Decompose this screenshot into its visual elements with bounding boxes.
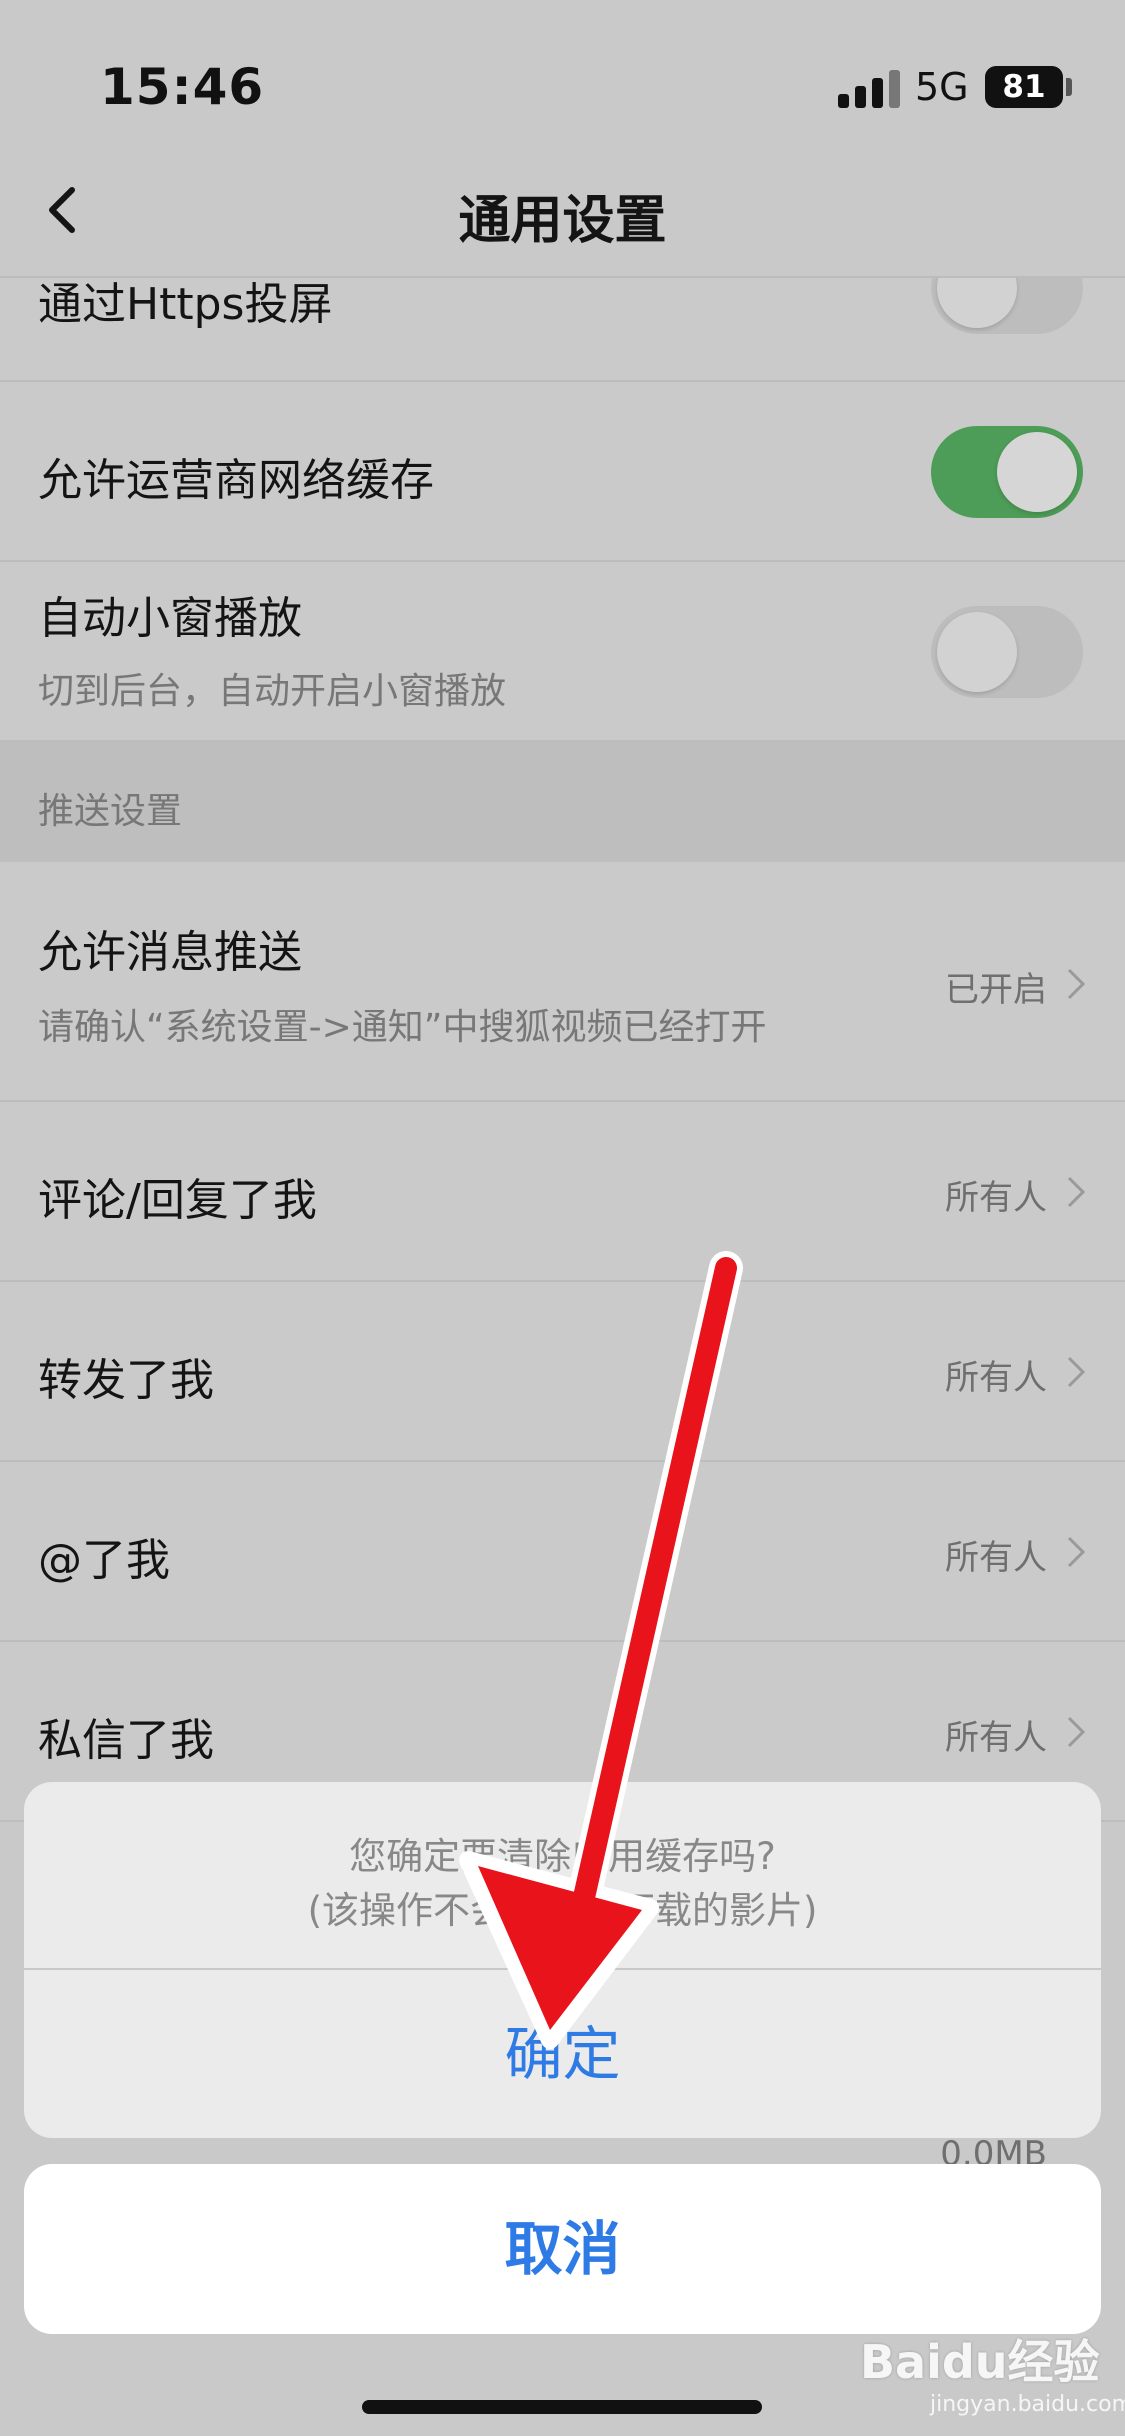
setting-row-comments[interactable]: 评论/回复了我 所有人 bbox=[0, 1102, 1125, 1282]
setting-label: 自动小窗播放 bbox=[38, 593, 302, 644]
setting-value: 所有人 bbox=[945, 1178, 1047, 1218]
setting-value: 已开启 bbox=[945, 970, 1047, 1010]
settings-list: 通过Https投屏 允许运营商网络缓存 自动小窗播放 切到后台，自动开启小窗播放… bbox=[0, 242, 1125, 1822]
setting-row-pip[interactable]: 自动小窗播放 切到后台，自动开启小窗播放 bbox=[0, 562, 1125, 742]
setting-label: @了我 bbox=[38, 1535, 170, 1586]
setting-label: 允许消息推送 bbox=[38, 927, 302, 978]
cancel-button[interactable]: 取消 bbox=[24, 2164, 1101, 2334]
carrier-cache-toggle[interactable] bbox=[931, 426, 1083, 518]
setting-row-https-cast[interactable]: 通过Https投屏 bbox=[0, 242, 1125, 382]
setting-label: 评论/回复了我 bbox=[38, 1175, 317, 1226]
setting-subtitle: 请确认“系统设置->通知”中搜狐视频已经打开 bbox=[38, 1007, 767, 1048]
section-header-push: 推送设置 bbox=[0, 742, 1125, 862]
page-title: 通用设置 bbox=[458, 191, 667, 251]
setting-value: 所有人 bbox=[945, 1538, 1047, 1578]
battery-icon: 81 bbox=[985, 66, 1063, 108]
action-sheet-message: 您确定要清除应用缓存吗? (该操作不会删除已下载的影片) bbox=[24, 1830, 1101, 1938]
setting-value: 所有人 bbox=[945, 1358, 1047, 1398]
baidu-jingyan-watermark: Baidu经验 jingyan.baidu.com bbox=[860, 2326, 1125, 2417]
watermark-site: jingyan.baidu.com bbox=[930, 2392, 1125, 2417]
pip-toggle[interactable] bbox=[931, 606, 1083, 698]
toggle-knob bbox=[937, 612, 1017, 692]
home-indicator bbox=[362, 2400, 762, 2414]
toggle-knob bbox=[997, 432, 1077, 512]
battery-cap bbox=[1066, 78, 1072, 96]
section-header-label: 推送设置 bbox=[38, 791, 183, 832]
action-sheet-message-line2: (该操作不会删除已下载的影片) bbox=[307, 1889, 818, 1932]
setting-value: 所有人 bbox=[945, 1718, 1047, 1758]
chevron-right-icon bbox=[1067, 1716, 1086, 1748]
setting-label: 允许运营商网络缓存 bbox=[38, 455, 434, 506]
setting-row-mentions[interactable]: @了我 所有人 bbox=[0, 1462, 1125, 1642]
network-type: 5G bbox=[915, 65, 969, 109]
chevron-right-icon bbox=[1067, 1536, 1086, 1568]
setting-subtitle: 切到后台，自动开启小窗播放 bbox=[38, 671, 507, 712]
navigation-bar: 通用设置 bbox=[0, 140, 1125, 278]
chevron-right-icon bbox=[1067, 1176, 1086, 1208]
clear-cache-action-sheet: 您确定要清除应用缓存吗? (该操作不会删除已下载的影片) 确定 bbox=[24, 1782, 1101, 2138]
watermark-brand: Baidu经验 bbox=[860, 2335, 1100, 2389]
setting-label: 私信了我 bbox=[38, 1715, 214, 1766]
confirm-button[interactable]: 确定 bbox=[24, 1970, 1101, 2138]
status-time: 15:46 bbox=[100, 58, 265, 116]
cellular-signal-icon bbox=[838, 68, 900, 108]
setting-row-reposts[interactable]: 转发了我 所有人 bbox=[0, 1282, 1125, 1462]
setting-label: 转发了我 bbox=[38, 1355, 214, 1406]
chevron-right-icon bbox=[1067, 968, 1086, 1000]
setting-row-message-push[interactable]: 允许消息推送 请确认“系统设置->通知”中搜狐视频已经打开 已开启 bbox=[0, 862, 1125, 1102]
setting-row-carrier-cache[interactable]: 允许运营商网络缓存 bbox=[0, 382, 1125, 562]
chevron-right-icon bbox=[1067, 1356, 1086, 1388]
action-sheet-message-line1: 您确定要清除应用缓存吗? bbox=[349, 1835, 776, 1878]
